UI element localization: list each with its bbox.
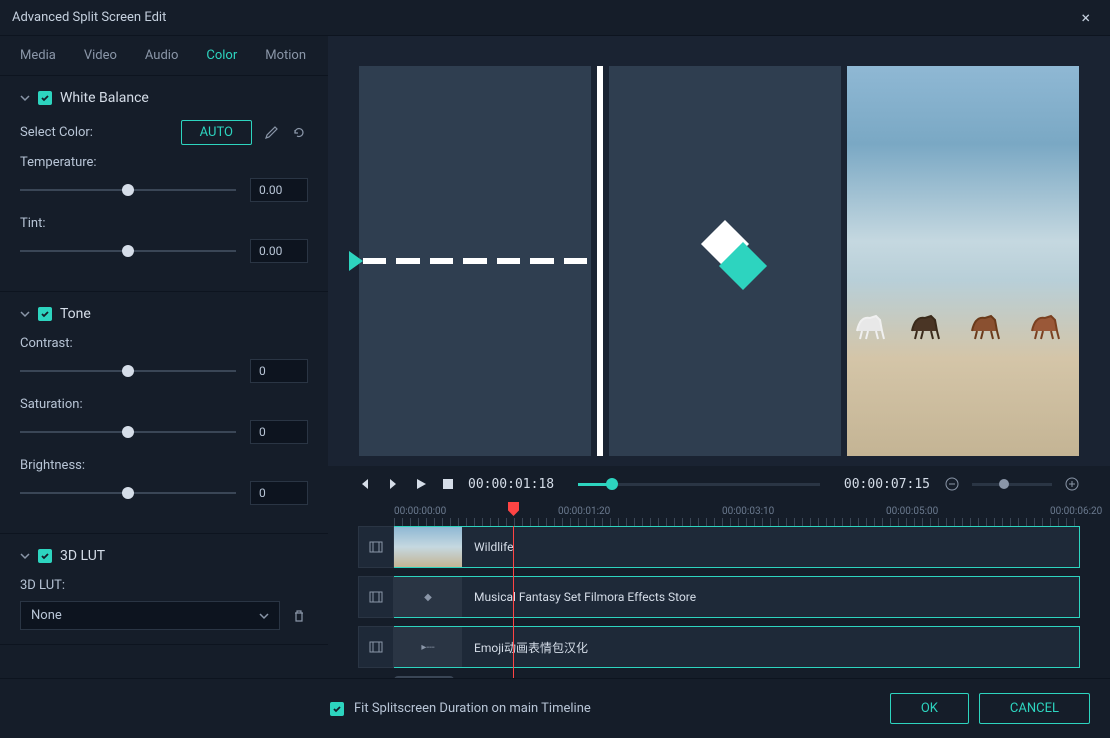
timeline-scrollbar[interactable]	[394, 676, 454, 678]
scrub-bar[interactable]	[578, 483, 820, 486]
timeline-ruler[interactable]: 00:00:00:00 00:00:01:20 00:00:03:10 00:0…	[328, 502, 1110, 526]
current-timecode: 00:00:01:18	[468, 477, 554, 492]
track-label: Emoji动画表情包汉化	[474, 639, 588, 656]
contrast-input[interactable]	[250, 359, 308, 383]
tint-input[interactable]	[250, 239, 308, 263]
trash-icon[interactable]	[290, 607, 308, 625]
eyedropper-icon[interactable]	[262, 124, 280, 142]
tab-audio[interactable]: Audio	[145, 48, 178, 63]
play-arrow-icon	[349, 251, 363, 271]
close-icon[interactable]: ×	[1073, 6, 1098, 29]
chevron-down-icon[interactable]	[20, 551, 30, 561]
zoom-out-button[interactable]	[944, 476, 960, 492]
track-label: Wildlife	[474, 540, 513, 554]
lut-title: 3D LUT	[60, 548, 105, 564]
ok-button[interactable]: OK	[890, 693, 969, 724]
tab-video[interactable]: Video	[84, 48, 117, 63]
tint-slider[interactable]	[20, 244, 236, 258]
timeline: 00:00:00:00 00:00:01:20 00:00:03:10 00:0…	[328, 502, 1110, 678]
section-tone: Tone Contrast: Saturation:	[0, 292, 328, 534]
ruler-mark: 00:00:01:20	[558, 506, 610, 517]
window-title: Advanced Split Screen Edit	[12, 10, 166, 25]
preview-pane-3[interactable]	[847, 66, 1079, 456]
titlebar: Advanced Split Screen Edit ×	[0, 0, 1110, 36]
lut-select[interactable]: None	[20, 601, 280, 630]
preview-pane-2[interactable]	[609, 66, 841, 456]
saturation-slider[interactable]	[20, 425, 236, 439]
next-frame-button[interactable]	[386, 477, 400, 491]
contrast-label: Contrast:	[20, 336, 308, 351]
film-icon	[358, 626, 394, 668]
lut-label: 3D LUT:	[20, 578, 308, 593]
saturation-input[interactable]	[250, 420, 308, 444]
clip-thumbnail: ▸---	[394, 627, 462, 667]
track-2[interactable]: ◆ Musical Fantasy Set Filmora Effects St…	[358, 576, 1080, 618]
brightness-slider[interactable]	[20, 486, 236, 500]
playhead[interactable]	[513, 526, 514, 678]
select-color-label: Select Color:	[20, 125, 93, 140]
footer: Fit Splitscreen Duration on main Timelin…	[0, 678, 1110, 738]
reset-icon[interactable]	[290, 124, 308, 142]
section-3dlut: 3D LUT 3D LUT: None	[0, 534, 328, 645]
play-button[interactable]	[414, 477, 428, 491]
cancel-button[interactable]: CANCEL	[979, 693, 1090, 724]
track-label: Musical Fantasy Set Filmora Effects Stor…	[474, 590, 696, 604]
chevron-down-icon[interactable]	[20, 93, 30, 103]
brightness-input[interactable]	[250, 481, 308, 505]
temperature-input[interactable]	[250, 178, 308, 202]
tab-motion[interactable]: Motion	[265, 48, 306, 63]
tab-color[interactable]: Color	[206, 48, 237, 63]
clip-thumbnail: ◆	[394, 577, 462, 617]
fit-duration-label: Fit Splitscreen Duration on main Timelin…	[354, 701, 591, 716]
tone-title: Tone	[60, 306, 91, 322]
track-1[interactable]: Wildlife	[358, 526, 1080, 568]
tabs: Media Video Audio Color Motion	[0, 36, 328, 76]
brightness-label: Brightness:	[20, 458, 308, 473]
film-icon	[358, 576, 394, 618]
preview	[328, 36, 1110, 466]
ruler-mark: 00:00:00:00	[394, 506, 446, 517]
track-3[interactable]: ▸--- Emoji动画表情包汉化	[358, 626, 1080, 668]
tint-label: Tint:	[20, 216, 308, 231]
fit-duration-checkbox[interactable]	[330, 702, 344, 716]
section-white-balance: White Balance Select Color: AUTO Tempera…	[0, 76, 328, 292]
zoom-in-button[interactable]	[1064, 476, 1080, 492]
contrast-slider[interactable]	[20, 364, 236, 378]
auto-button[interactable]: AUTO	[181, 120, 252, 145]
tab-media[interactable]: Media	[20, 48, 56, 63]
preview-pane-1[interactable]	[359, 66, 591, 456]
clip-thumbnail	[394, 527, 462, 567]
prev-frame-button[interactable]	[358, 477, 372, 491]
temperature-slider[interactable]	[20, 183, 236, 197]
ruler-mark: 00:00:06:20	[1050, 506, 1102, 517]
temperature-label: Temperature:	[20, 155, 308, 170]
white-balance-title: White Balance	[60, 90, 149, 106]
ruler-mark: 00:00:05:00	[886, 506, 938, 517]
transport-bar: 00:00:01:18 00:00:07:15	[328, 466, 1110, 502]
duration-timecode: 00:00:07:15	[844, 477, 930, 492]
saturation-label: Saturation:	[20, 397, 308, 412]
lut-value: None	[31, 608, 62, 623]
zoom-slider[interactable]	[972, 483, 1052, 486]
right-panel: 00:00:01:18 00:00:07:15 00:00:00:00 00:0…	[328, 36, 1110, 678]
chevron-down-icon[interactable]	[20, 309, 30, 319]
tone-checkbox[interactable]	[38, 307, 52, 321]
white-balance-checkbox[interactable]	[38, 91, 52, 105]
stop-button[interactable]	[442, 478, 454, 490]
chevron-down-icon	[259, 611, 269, 621]
lut-checkbox[interactable]	[38, 549, 52, 563]
ruler-mark: 00:00:03:10	[722, 506, 774, 517]
film-icon	[358, 526, 394, 568]
sidebar: Media Video Audio Color Motion White Bal…	[0, 36, 328, 678]
